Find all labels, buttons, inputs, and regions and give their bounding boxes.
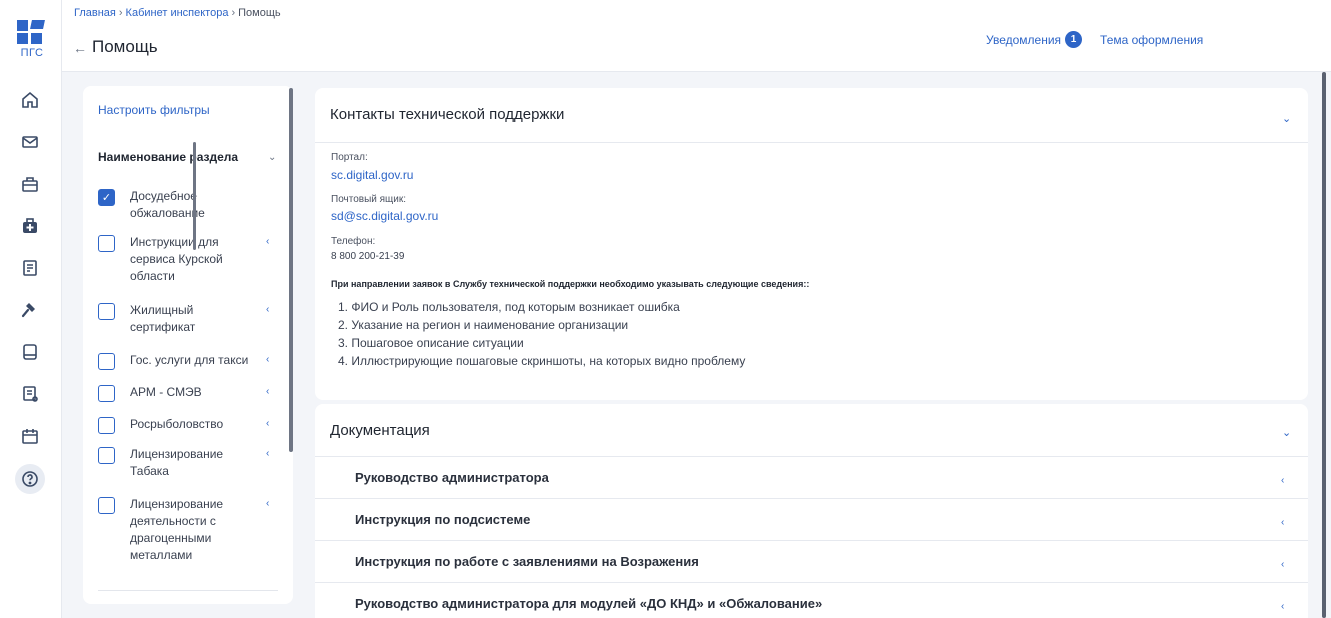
documentation-row-title: Руководство администратора: [355, 470, 549, 485]
notifications-label: Уведомления: [986, 32, 1062, 47]
documentation-row[interactable]: Инструкция по подсистеме ‹: [315, 498, 1308, 540]
briefcase-icon[interactable]: [18, 172, 42, 196]
page-title: Помощь: [92, 37, 158, 56]
breadcrumb-separator: ›: [231, 7, 236, 19]
filter-item[interactable]: Лицензирование деятельности с драгоценны…: [98, 496, 278, 564]
checkbox[interactable]: [98, 189, 115, 206]
home-icon[interactable]: [18, 88, 42, 112]
documentation-row[interactable]: Руководство администратора ‹: [315, 456, 1308, 498]
phone-label: Телефон:: [331, 236, 376, 247]
filter-item[interactable]: Росрыболовство ‹: [98, 416, 278, 434]
checkbox[interactable]: [98, 353, 115, 370]
checkbox[interactable]: [98, 447, 115, 464]
documentation-card: Документация ⌄ Руководство администратор…: [315, 404, 1308, 618]
filter-item[interactable]: АРМ - СМЭВ ‹: [98, 384, 278, 402]
filter-item-label: Лицензирование деятельности с драгоценны…: [130, 497, 224, 562]
calendar-icon[interactable]: [18, 424, 42, 448]
filter-item[interactable]: Гос. услуги для такси ‹: [98, 352, 278, 370]
filter-item-label: Инструкции для сервиса Курской области: [130, 235, 223, 283]
list-item: 4. Иллюстрирующие пошаговые скриншоты, н…: [338, 354, 746, 368]
report-icon[interactable]: [18, 382, 42, 406]
chevron-down-icon[interactable]: ⌄: [268, 152, 276, 163]
checkbox[interactable]: [98, 235, 115, 252]
chevron-left-icon[interactable]: ‹: [1281, 559, 1284, 570]
page-scrollbar[interactable]: [1322, 72, 1326, 618]
registry-icon[interactable]: [18, 256, 42, 280]
filter-item-label: Досудебное обжалование: [130, 189, 205, 220]
chevron-left-icon[interactable]: ‹: [266, 498, 269, 509]
list-item: 1. ФИО и Роль пользователя, под которым …: [338, 300, 680, 314]
setup-filters-link[interactable]: Настроить фильтры: [98, 103, 210, 117]
chevron-left-icon[interactable]: ‹: [266, 418, 269, 429]
support-note: При направлении заявок в Службу техничес…: [331, 279, 810, 289]
chevron-down-icon[interactable]: ⌄: [1282, 112, 1291, 125]
documentation-row-title: Руководство администратора для модулей «…: [355, 596, 823, 611]
checkbox[interactable]: [98, 303, 115, 320]
logo-text: ПГС: [20, 47, 44, 59]
documentation-row-title: Инструкция по подсистеме: [355, 512, 531, 527]
filter-panel-scrollbar[interactable]: [289, 88, 293, 452]
gavel-icon[interactable]: [18, 298, 42, 322]
breadcrumb-separator: ›: [118, 7, 123, 19]
notifications-link[interactable]: Уведомления 1: [986, 31, 1083, 48]
filter-item[interactable]: Инструкции для сервиса Курской области ‹: [98, 234, 278, 285]
filter-panel: Настроить фильтры Наименование раздела ⌄…: [83, 86, 293, 604]
medkit-icon[interactable]: [18, 214, 42, 238]
header-links: Уведомления 1 Тема оформления: [986, 31, 1203, 48]
checkbox[interactable]: [98, 385, 115, 402]
filter-item[interactable]: Жилищный сертификат ‹: [98, 302, 278, 336]
chevron-left-icon[interactable]: ‹: [266, 354, 269, 365]
breadcrumb-current: Помощь: [238, 7, 281, 19]
filter-list-scrollbar[interactable]: [193, 142, 196, 250]
chevron-left-icon[interactable]: ‹: [1281, 517, 1284, 528]
book-icon[interactable]: [18, 340, 42, 364]
portal-link[interactable]: sc.digital.gov.ru: [331, 168, 413, 182]
chevron-left-icon[interactable]: ‹: [266, 304, 269, 315]
documentation-row-title: Инструкция по работе с заявлениями на Во…: [355, 554, 699, 569]
mail-icon[interactable]: [18, 130, 42, 154]
mailbox-link[interactable]: sd@sc.digital.gov.ru: [331, 209, 438, 223]
chevron-left-icon[interactable]: ‹: [1281, 475, 1284, 486]
filter-item-label: Гос. услуги для такси: [130, 353, 249, 367]
list-item: 3. Пошаговое описание ситуации: [338, 336, 524, 350]
page-header: Главная › Кабинет инспектора › Помощь ← Помо…: [62, 0, 1331, 72]
filter-item-label: Лицензирование Табака: [130, 447, 224, 478]
documentation-row[interactable]: Инструкция по работе с заявлениями на Во…: [315, 540, 1308, 582]
filter-item[interactable]: Лицензирование Табака ‹: [98, 446, 278, 480]
section-filter-title[interactable]: Наименование раздела: [98, 150, 238, 164]
filter-item[interactable]: Досудебное обжалование: [98, 188, 278, 222]
left-rail: ПГС: [0, 0, 62, 618]
notifications-badge: 1: [1065, 31, 1083, 48]
support-card-title[interactable]: Контакты технической поддержки: [330, 106, 564, 123]
breadcrumb-cabinet[interactable]: Кабинет инспектора: [126, 7, 229, 19]
divider: [315, 142, 1308, 143]
back-arrow-icon[interactable]: ←: [73, 40, 87, 56]
filter-item-label: АРМ - СМЭВ: [130, 385, 202, 399]
breadcrumb: Главная › Кабинет инспектора › Помощь: [74, 7, 281, 19]
checkbox[interactable]: [98, 497, 115, 514]
documentation-title[interactable]: Документация: [330, 422, 430, 439]
documentation-row[interactable]: Руководство администратора для модулей «…: [315, 582, 1308, 618]
logo[interactable]: ПГС: [17, 20, 47, 60]
filter-item-label: Жилищный сертификат: [130, 303, 196, 334]
chevron-left-icon[interactable]: ‹: [266, 448, 269, 459]
chevron-down-icon[interactable]: ⌄: [1282, 426, 1291, 439]
breadcrumb-home[interactable]: Главная: [74, 7, 116, 19]
divider: [98, 590, 278, 591]
phone-value: 8 800 200-21-39: [331, 251, 405, 262]
requirements-list: 1. ФИО и Роль пользователя, под которым …: [338, 298, 745, 370]
filter-item-label: Росрыболовство: [130, 417, 224, 431]
support-contacts-card: Контакты технической поддержки ⌄ Портал:…: [315, 88, 1308, 400]
chevron-left-icon[interactable]: ‹: [266, 386, 269, 397]
portal-label: Портал:: [331, 152, 368, 163]
theme-link[interactable]: Тема оформления: [1100, 33, 1203, 47]
list-item: 2. Указание на регион и наименование орг…: [338, 318, 629, 332]
help-icon[interactable]: [15, 464, 45, 494]
checkbox[interactable]: [98, 417, 115, 434]
chevron-left-icon[interactable]: ‹: [266, 236, 269, 247]
mailbox-label: Почтовый ящик:: [331, 194, 407, 205]
chevron-left-icon[interactable]: ‹: [1281, 601, 1284, 612]
